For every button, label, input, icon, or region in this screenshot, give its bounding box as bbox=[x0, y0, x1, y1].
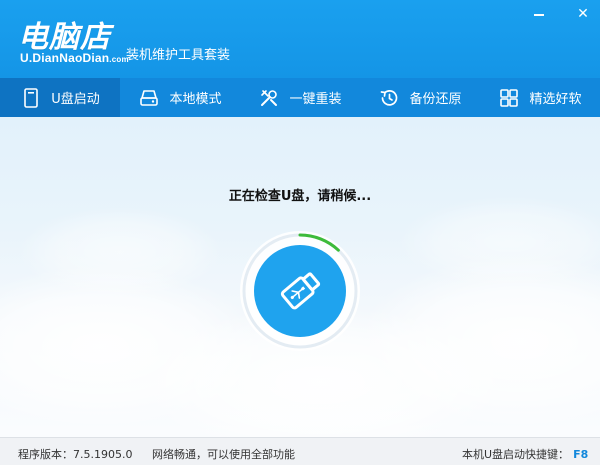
tab-label: 备份还原 bbox=[409, 92, 462, 107]
tab-label: 一键重装 bbox=[289, 92, 342, 107]
tab-usb-boot[interactable]: U盘启动 bbox=[0, 78, 120, 117]
tools-icon bbox=[258, 87, 280, 109]
tab-backup-restore[interactable]: 备份还原 bbox=[360, 78, 480, 117]
boot-hotkey: 本机U盘启动快捷键： F8 bbox=[462, 446, 588, 462]
tab-label: 精选好软 bbox=[529, 92, 582, 107]
version-label: 程序版本： bbox=[18, 448, 73, 461]
minimize-button[interactable] bbox=[530, 6, 548, 22]
hotkey-label: 本机U盘启动快捷键： bbox=[462, 448, 570, 461]
tab-one-click-reinstall[interactable]: 一键重装 bbox=[240, 78, 360, 117]
network-status: 网络畅通，可以使用全部功能 bbox=[152, 448, 295, 461]
status-bar: 程序版本：7.5.1905.0 网络畅通，可以使用全部功能 本机U盘启动快捷键：… bbox=[0, 437, 600, 465]
usb-drive-icon bbox=[20, 87, 42, 109]
main-tab-bar: U盘启动 本地模式 一键重装 备份还原 精选好软 bbox=[0, 78, 600, 117]
minimize-icon bbox=[534, 14, 544, 16]
hard-disk-icon bbox=[138, 87, 160, 109]
progress-indicator bbox=[238, 229, 362, 353]
tab-local-mode[interactable]: 本地模式 bbox=[120, 78, 240, 117]
version-value: 7.5.1905.0 bbox=[73, 448, 133, 461]
app-subtitle: 装机维护工具套装 bbox=[126, 48, 231, 63]
close-button[interactable]: ✕ bbox=[574, 6, 592, 22]
hotkey-value[interactable]: F8 bbox=[573, 448, 588, 461]
program-version: 程序版本：7.5.1905.0 bbox=[18, 446, 132, 462]
tab-featured-software[interactable]: 精选好软 bbox=[480, 78, 600, 117]
app-logo-title: 电脑店 bbox=[18, 20, 111, 55]
background-cloud bbox=[20, 207, 220, 297]
close-icon: ✕ bbox=[577, 6, 589, 22]
restore-icon bbox=[378, 87, 400, 109]
tab-label: U盘启动 bbox=[51, 92, 100, 107]
app-logo-url: U.DianNaoDian.com bbox=[20, 51, 129, 65]
grid-apps-icon bbox=[498, 87, 520, 109]
tab-label: 本地模式 bbox=[169, 92, 222, 107]
main-panel: 正在检查U盘，请稍候... bbox=[0, 117, 600, 437]
logo-url-main: U.DianNaoDian bbox=[20, 51, 110, 65]
status-message: 正在检查U盘，请稍候... bbox=[228, 189, 372, 204]
title-bar: 电脑店 U.DianNaoDian.com 装机维护工具套装 ✕ bbox=[0, 0, 600, 78]
